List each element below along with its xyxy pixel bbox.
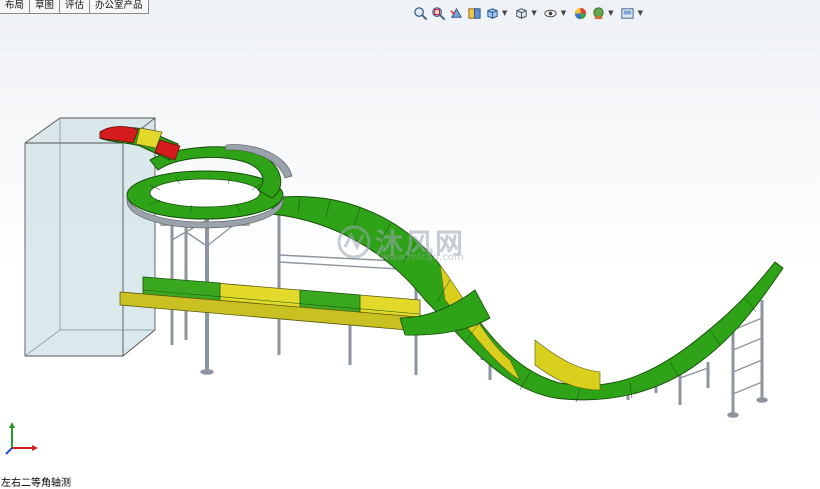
watermark: 沐风网 www.mfcad.com: [337, 222, 465, 263]
runout-flume[interactable]: [119, 276, 431, 333]
view-orientation-label: 左右二等角轴测: [1, 478, 71, 489]
watermark-logo-icon: [337, 225, 371, 259]
orientation-triad-icon: [5, 422, 38, 455]
tower-box[interactable]: [24, 117, 156, 357]
watermark-subtitle: www.mfcad.com: [381, 252, 464, 263]
graphics-viewport[interactable]: 布局 草图 评估 办公室产品 ▼ ▼ ▼ ▼ ▼ 沐风网 www.mfcad.c…: [0, 0, 820, 489]
